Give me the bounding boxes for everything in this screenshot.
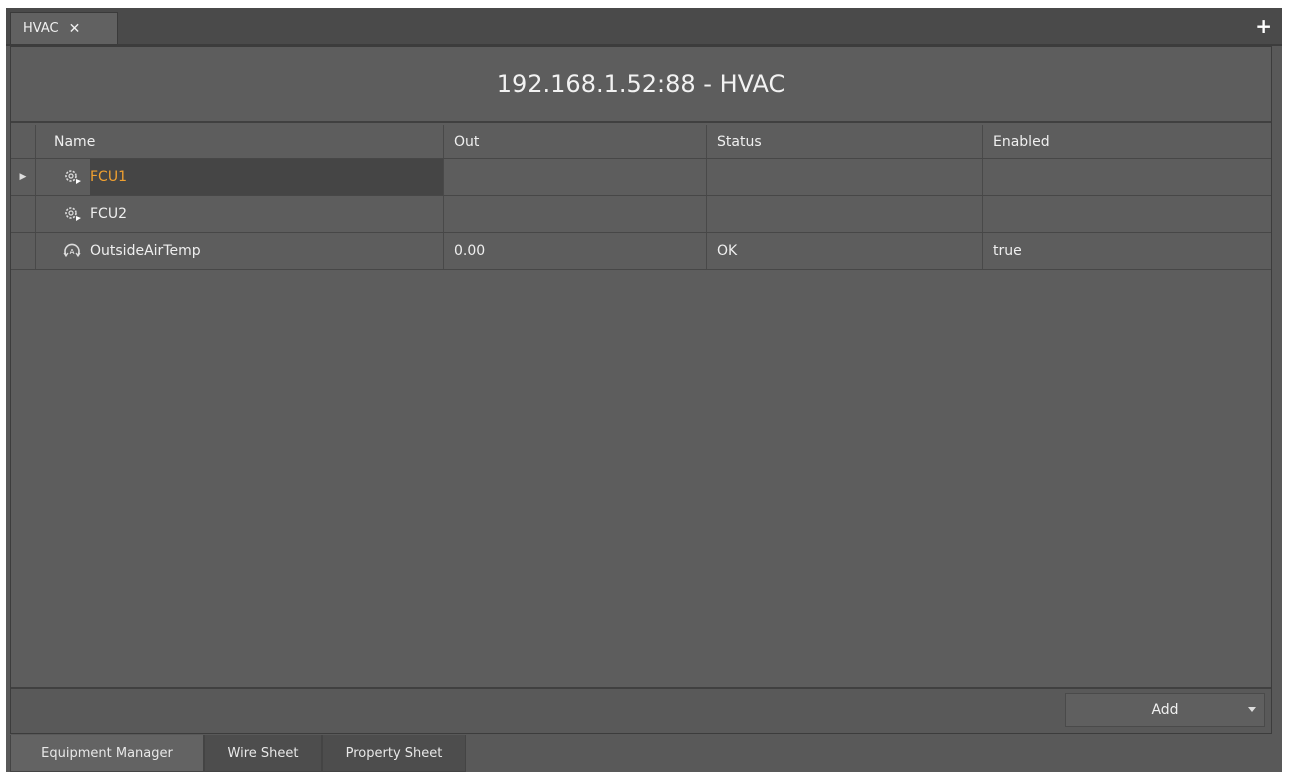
enabled-cell: true bbox=[982, 233, 1271, 269]
tab-hvac[interactable]: HVAC ✕ bbox=[10, 12, 118, 44]
table-row[interactable]: FCU2 bbox=[11, 196, 1271, 233]
gear-icon bbox=[62, 167, 82, 187]
equipment-manager-panel: 192.168.1.52:88 - HVAC Name Out Status E… bbox=[10, 46, 1272, 734]
header-expander-cell bbox=[11, 125, 35, 158]
page-title: 192.168.1.52:88 - HVAC bbox=[11, 47, 1271, 123]
tab-bar: HVAC ✕ + bbox=[6, 8, 1282, 46]
column-header-name[interactable]: Name bbox=[35, 125, 443, 158]
column-header-enabled[interactable]: Enabled bbox=[982, 125, 1271, 158]
status-cell: OK bbox=[706, 233, 982, 269]
out-cell bbox=[443, 196, 706, 232]
enabled-cell bbox=[982, 196, 1271, 232]
bottom-toolbar: Add bbox=[11, 687, 1271, 733]
add-button[interactable]: Add bbox=[1065, 693, 1265, 727]
row-name-label: OutsideAirTemp bbox=[90, 243, 201, 259]
column-header-status[interactable]: Status bbox=[706, 125, 982, 158]
analog-point-icon: A bbox=[62, 241, 82, 261]
out-cell: 0.00 bbox=[443, 233, 706, 269]
enabled-cell bbox=[982, 159, 1271, 195]
status-cell bbox=[706, 159, 982, 195]
column-header-out[interactable]: Out bbox=[443, 125, 706, 158]
tab-property-sheet[interactable]: Property Sheet bbox=[322, 735, 466, 772]
status-cell bbox=[706, 196, 982, 232]
name-cell[interactable]: A OutsideAirTemp bbox=[35, 233, 443, 269]
name-cell[interactable]: FCU1 bbox=[35, 159, 443, 195]
new-tab-icon[interactable]: + bbox=[1255, 14, 1272, 38]
tab-wire-sheet[interactable]: Wire Sheet bbox=[204, 735, 322, 772]
svg-text:A: A bbox=[70, 248, 75, 256]
row-expander-cell bbox=[11, 233, 35, 269]
row-name-label: FCU2 bbox=[90, 206, 127, 222]
tab-hvac-label: HVAC bbox=[23, 21, 59, 36]
view-tabs: Equipment Manager Wire Sheet Property Sh… bbox=[10, 735, 1272, 772]
chevron-right-icon[interactable]: ▶ bbox=[20, 172, 27, 182]
app-window: HVAC ✕ + 192.168.1.52:88 - HVAC Name Out… bbox=[6, 8, 1282, 772]
equipment-table: Name Out Status Enabled ▶ FCU1 FCU2 A Ou… bbox=[11, 125, 1271, 270]
name-cell[interactable]: FCU2 bbox=[35, 196, 443, 232]
row-expander-arrow[interactable]: ▶ bbox=[11, 159, 35, 195]
chevron-down-icon[interactable] bbox=[1248, 707, 1256, 712]
row-name-label: FCU1 bbox=[90, 169, 127, 185]
table-row[interactable]: A OutsideAirTemp 0.00 OK true bbox=[11, 233, 1271, 270]
table-row[interactable]: ▶ FCU1 bbox=[11, 159, 1271, 196]
gear-icon bbox=[62, 204, 82, 224]
table-header-row: Name Out Status Enabled bbox=[11, 125, 1271, 159]
row-expander-cell bbox=[11, 196, 35, 232]
tab-equipment-manager[interactable]: Equipment Manager bbox=[10, 735, 204, 772]
add-button-label: Add bbox=[1151, 702, 1179, 718]
close-icon[interactable]: ✕ bbox=[69, 21, 81, 37]
out-cell bbox=[443, 159, 706, 195]
